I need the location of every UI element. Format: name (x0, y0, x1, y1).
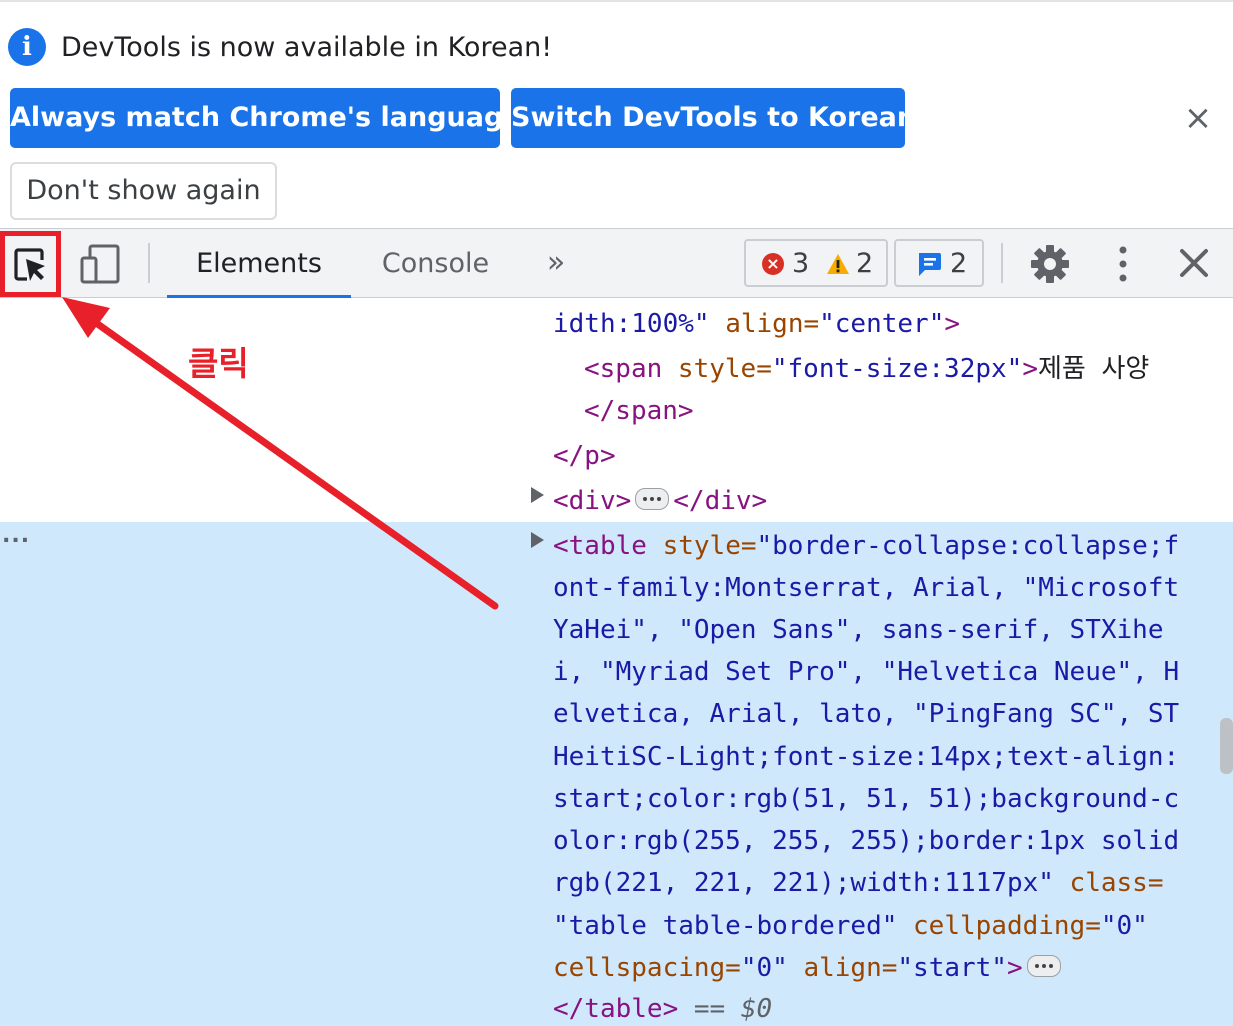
annotation-click-label: 클릭 (188, 344, 249, 383)
annotation-arrow (62, 297, 499, 610)
